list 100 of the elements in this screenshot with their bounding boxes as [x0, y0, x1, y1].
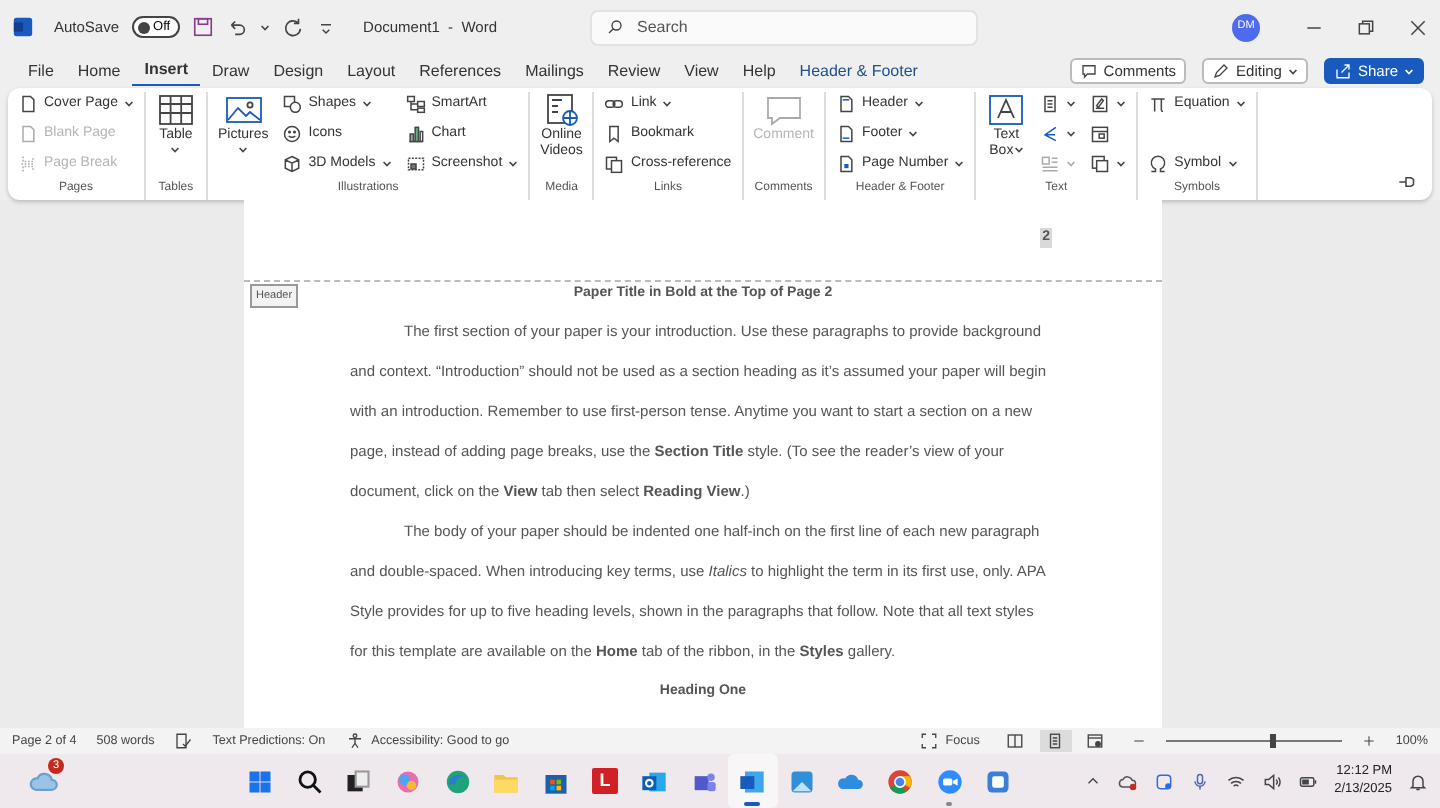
- redo-icon[interactable]: [281, 16, 304, 38]
- caret-icon: [1235, 100, 1246, 108]
- screenshot-icon: [405, 154, 426, 174]
- video-app-icon: [935, 767, 964, 795]
- ribbon-tab[interactable]: Insert: [132, 56, 201, 86]
- ribbon-icon-button[interactable]: [1088, 152, 1129, 176]
- cube-icon: [282, 154, 303, 174]
- focus-icon[interactable]: [919, 732, 938, 750]
- caret-icon: [908, 130, 919, 138]
- caret-icon: [1066, 160, 1077, 168]
- document-parts-icon: [1040, 94, 1061, 114]
- table-grid-icon: [155, 92, 196, 128]
- page-break-icon: [18, 154, 38, 174]
- print-layout-icon: [1046, 732, 1065, 750]
- wifi-icon[interactable]: [1226, 771, 1247, 791]
- mail-app-icon: [640, 767, 669, 795]
- app-tile: L: [591, 768, 618, 794]
- caret-icon: [170, 146, 181, 155]
- accessibility-icon[interactable]: [345, 732, 364, 750]
- page-number-icon: [835, 154, 856, 174]
- zoom-slider-thumb[interactable]: [1269, 734, 1276, 748]
- link-icon: [604, 94, 625, 114]
- taskbar-button[interactable]: L: [580, 754, 630, 808]
- share-icon: [1333, 62, 1352, 80]
- ribbon-tab[interactable]: Draw: [200, 56, 262, 86]
- footer-icon: [835, 124, 856, 144]
- taskbar-button[interactable]: [727, 754, 778, 808]
- ribbon-icon-button[interactable]: [1088, 92, 1129, 116]
- sync-app-icon[interactable]: [1154, 771, 1175, 791]
- notification-bell-icon[interactable]: [1408, 771, 1428, 791]
- caret-icon: [259, 23, 270, 31]
- close-icon[interactable]: [1408, 17, 1428, 37]
- ribbon-tab[interactable]: View: [672, 56, 731, 86]
- word-app-icon[interactable]: [12, 16, 34, 38]
- wave-browser-icon: [443, 767, 472, 795]
- battery-icon[interactable]: [1298, 771, 1319, 791]
- task-view-icon: [344, 767, 373, 795]
- pin-icon[interactable]: [1396, 172, 1416, 192]
- ribbon-tab[interactable]: Design: [261, 56, 336, 86]
- cross-reference-icon: [604, 154, 625, 174]
- pencil-icon: [1212, 62, 1231, 80]
- view-mode-button[interactable]: [1039, 730, 1072, 752]
- ribbon-icon-button[interactable]: [1038, 122, 1079, 146]
- ribbon-tab[interactable]: References: [407, 56, 514, 86]
- hierarchy-icon: [405, 94, 426, 114]
- search-field[interactable]: Search: [589, 9, 978, 45]
- save-icon[interactable]: [191, 16, 214, 38]
- caret-icon: [913, 100, 924, 108]
- multicolor-swirl-icon: [394, 767, 423, 795]
- zoom-out-icon[interactable]: [1131, 734, 1146, 748]
- proofing-icon[interactable]: [174, 732, 193, 750]
- caret-icon: [1013, 146, 1024, 155]
- caret-icon: [1227, 160, 1238, 168]
- caret-icon: [1066, 100, 1077, 108]
- running-indicator: [744, 802, 761, 806]
- speaker-icon[interactable]: [1262, 771, 1283, 791]
- smiley-icon: [282, 124, 303, 144]
- document-app-icon: [738, 767, 767, 795]
- app-icon: [984, 767, 1013, 795]
- shapes-icon: [282, 94, 303, 114]
- omega-icon: [1148, 154, 1169, 174]
- object-icon: [1090, 154, 1111, 174]
- caret-icon: [1116, 160, 1127, 168]
- web-layout-icon: [1086, 732, 1105, 750]
- read-mode-icon: [1006, 732, 1025, 750]
- undo-icon[interactable]: [225, 16, 248, 38]
- ribbon-icon-button[interactable]: [1038, 92, 1079, 116]
- caret-icon: [123, 100, 134, 108]
- bookmark-icon: [604, 124, 625, 144]
- zoom-in-icon[interactable]: [1361, 734, 1376, 748]
- search-icon: [295, 767, 324, 795]
- ribbon-tab[interactable]: Review: [595, 56, 673, 86]
- caret-icon: [381, 160, 392, 168]
- caret-icon: [954, 160, 965, 168]
- microphone-icon[interactable]: [1190, 771, 1211, 791]
- restore-icon[interactable]: [1356, 17, 1376, 37]
- pen-stroke-icon: [1040, 124, 1061, 144]
- ribbon-tab[interactable]: File: [16, 56, 66, 86]
- ribbon-tab[interactable]: Layout: [335, 56, 408, 86]
- ribbon-tab[interactable]: Help: [730, 56, 788, 86]
- ribbon-tab[interactable]: Header & Footer: [787, 56, 930, 86]
- caret-icon: [1404, 67, 1414, 75]
- comment-icon: [763, 92, 804, 128]
- caret-icon: [1066, 130, 1077, 138]
- caret-icon: [1287, 67, 1298, 75]
- caret-icon: [1116, 100, 1127, 108]
- cloud-alert-icon[interactable]: [1118, 771, 1139, 791]
- signature-line-icon: [1090, 94, 1111, 114]
- bar-chart-icon: [405, 124, 426, 144]
- text-box-icon: [986, 92, 1027, 128]
- ribbon-tab[interactable]: Mailings: [513, 56, 596, 86]
- drop-cap-icon: [1040, 154, 1061, 174]
- ribbon-tab[interactable]: Home: [65, 56, 133, 86]
- photo-app-icon: [787, 767, 816, 795]
- caret-icon: [238, 146, 249, 155]
- comment-icon: [1079, 62, 1098, 80]
- pi-icon: [1148, 94, 1169, 114]
- running-indicator: [946, 802, 953, 806]
- caret-icon: [662, 100, 673, 108]
- start-icon: [246, 767, 275, 795]
